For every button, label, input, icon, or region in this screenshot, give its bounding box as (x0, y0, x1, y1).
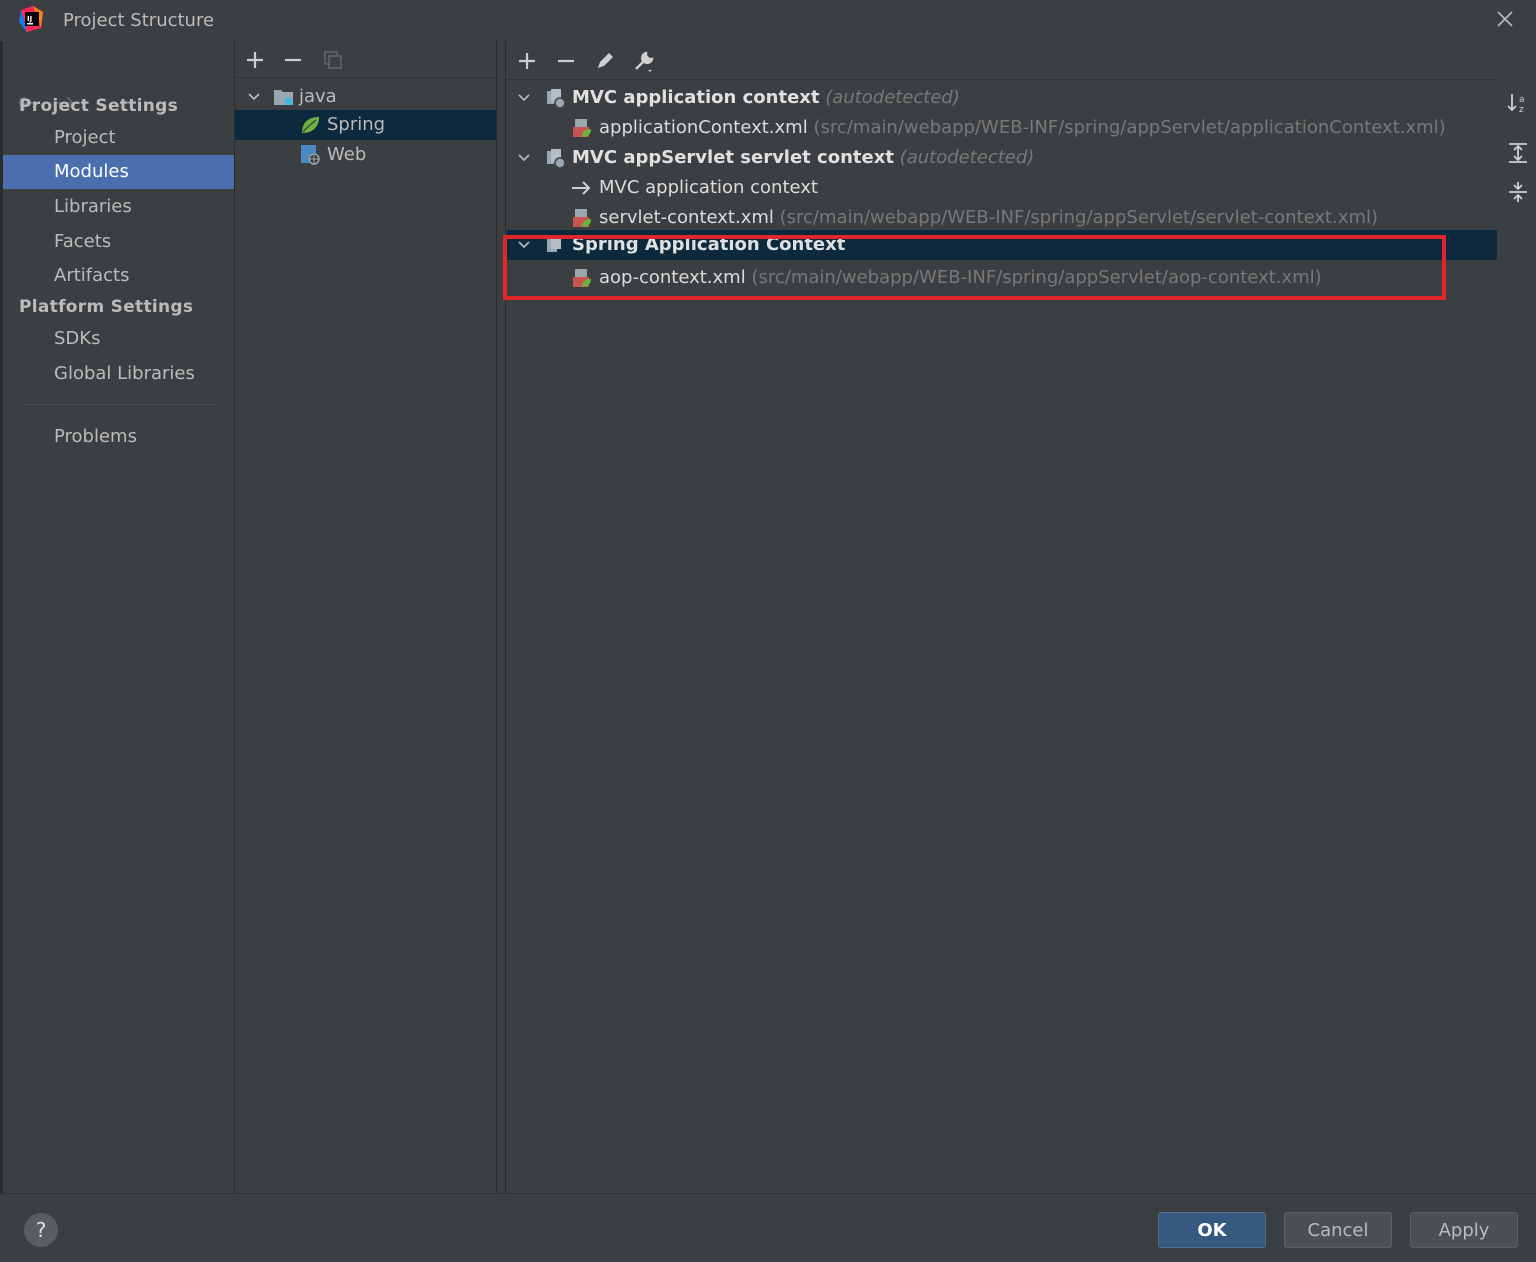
sidebar-item-problems[interactable]: Problems (3, 420, 234, 454)
tree-label-java: java (299, 86, 337, 107)
remove-icon[interactable] (555, 50, 577, 72)
toolbar-divider (235, 77, 496, 78)
chevron-down-icon[interactable] (517, 151, 531, 165)
context-name: MVC application context (572, 87, 820, 108)
tree-label-web: Web (327, 144, 367, 165)
sidebar-item-modules[interactable]: Modules (3, 155, 234, 189)
sort-alphabetically-icon[interactable]: a z (1506, 91, 1530, 115)
sidebar-item-artifacts[interactable]: Artifacts (3, 259, 234, 293)
close-icon[interactable] (1493, 7, 1517, 31)
file-path: (src/main/webapp/WEB-INF/spring/appServl… (779, 207, 1379, 228)
intellij-idea-icon: IJ (19, 6, 43, 32)
context-file-application-context[interactable]: applicationContext.xml (src/main/webapp/… (515, 113, 1495, 143)
title-bar: IJ Project Structure (0, 0, 1536, 42)
tree-node-java[interactable]: java (235, 82, 496, 112)
chevron-down-icon[interactable] (517, 91, 531, 105)
context-name: Spring Application Context (572, 234, 846, 255)
context-node-spring-application[interactable]: Spring Application Context (507, 230, 1497, 260)
context-node-mvc-servlet[interactable]: MVC appServlet servlet context (autodete… (515, 143, 1495, 173)
help-button[interactable]: ? (24, 1213, 58, 1247)
context-file-servlet-context[interactable]: servlet-context.xml (src/main/webapp/WEB… (515, 203, 1495, 233)
file-path: (src/main/webapp/WEB-INF/spring/appServl… (751, 267, 1322, 288)
ok-button[interactable]: OK (1158, 1212, 1266, 1248)
spring-leaf-icon (302, 117, 319, 133)
copy-icon[interactable] (322, 49, 344, 71)
application-context-icon (547, 236, 561, 252)
context-parent-link[interactable]: MVC application context (515, 173, 1495, 203)
tree-node-spring[interactable]: Spring (235, 110, 496, 140)
add-icon[interactable] (244, 49, 266, 71)
chevron-down-icon[interactable] (247, 90, 261, 104)
spring-xml-file-icon (573, 269, 591, 287)
mvc-context-icon (547, 89, 566, 109)
context-file-aop-context[interactable]: aop-context.xml (src/main/webapp/WEB-INF… (515, 263, 1495, 293)
file-name: servlet-context.xml (599, 207, 774, 228)
file-name: aop-context.xml (599, 267, 746, 288)
sidebar-divider (23, 404, 218, 405)
context-hint: (autodetected) (825, 87, 960, 108)
spring-xml-file-icon (573, 209, 591, 227)
svg-text:IJ: IJ (27, 15, 32, 23)
sidebar-item-sdks[interactable]: SDKs (3, 322, 234, 356)
cancel-button[interactable]: Cancel (1284, 1212, 1392, 1248)
dialog-button-bar: ? OK Cancel Apply (0, 1193, 1536, 1262)
module-tree-panel: java Spring Web (235, 41, 496, 1193)
sidebar-item-project[interactable]: Project (3, 121, 234, 155)
chevron-down-icon[interactable] (517, 238, 531, 252)
mvc-context-icon (547, 149, 566, 169)
apply-button[interactable]: Apply (1410, 1212, 1518, 1248)
web-facet-icon (301, 145, 320, 165)
panel-splitter[interactable] (496, 41, 506, 1193)
project-settings-heading: Project Settings (19, 96, 179, 116)
file-name: applicationContext.xml (599, 117, 808, 138)
sidebar-item-global-libraries[interactable]: Global Libraries (3, 357, 234, 391)
arrow-right-icon (572, 181, 591, 195)
sidebar-item-facets[interactable]: Facets (3, 225, 234, 259)
toolbar-divider (507, 79, 1497, 80)
edit-pencil-icon[interactable] (594, 50, 616, 72)
window-title: Project Structure (63, 10, 215, 31)
file-path: (src/main/webapp/WEB-INF/spring/appServl… (813, 117, 1446, 138)
tree-label-spring: Spring (327, 114, 386, 135)
svg-text:z: z (1519, 105, 1524, 115)
svg-text:a: a (1519, 95, 1525, 105)
context-hint: (autodetected) (899, 147, 1035, 168)
expand-all-icon[interactable] (1506, 141, 1530, 165)
module-folder-icon (274, 90, 293, 105)
spring-xml-file-icon (573, 119, 591, 137)
tree-node-web[interactable]: Web (235, 140, 496, 170)
settings-sidebar: Project Settings Project Modules Librari… (3, 41, 234, 1193)
context-name: MVC appServlet servlet context (572, 147, 894, 168)
collapse-all-icon[interactable] (1506, 180, 1530, 204)
parent-context-name: MVC application context (599, 177, 818, 198)
platform-settings-heading: Platform Settings (19, 297, 194, 317)
remove-icon[interactable] (282, 49, 304, 71)
wrench-icon[interactable] (633, 50, 655, 72)
add-icon[interactable] (516, 50, 538, 72)
sidebar-item-libraries[interactable]: Libraries (3, 190, 234, 224)
context-node-mvc-application[interactable]: MVC application context (autodetected) (515, 83, 1495, 113)
